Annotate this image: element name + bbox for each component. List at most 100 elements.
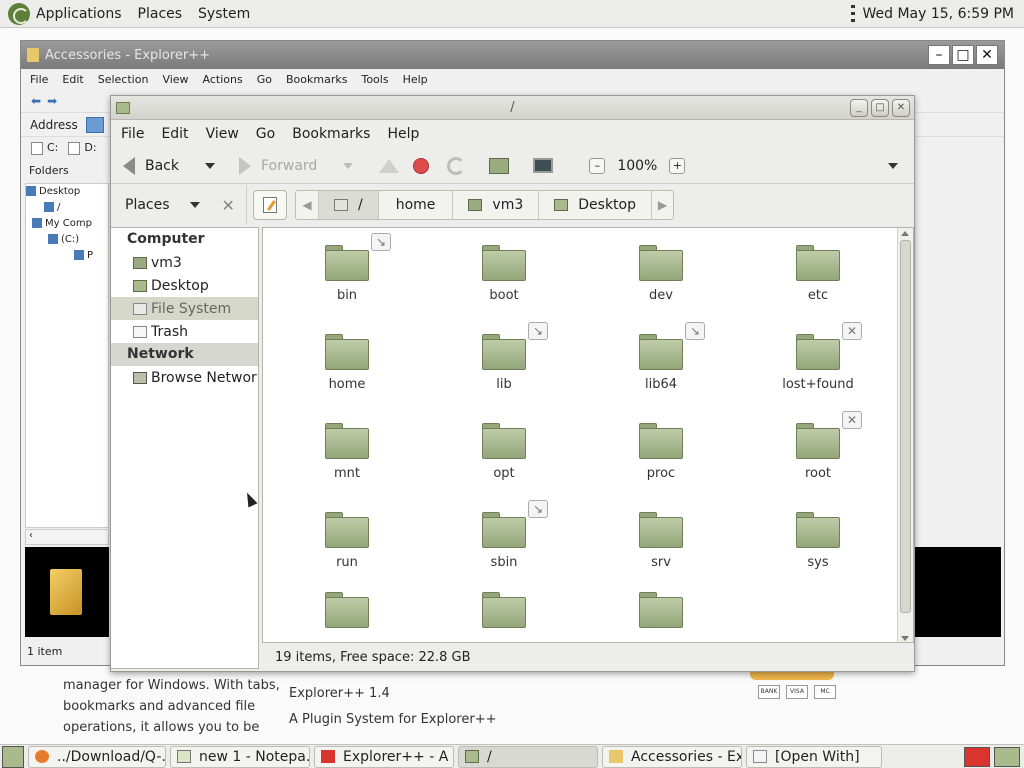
- menu-file[interactable]: File: [121, 126, 152, 142]
- menu-help[interactable]: Help: [387, 126, 427, 142]
- stop-icon[interactable]: [413, 157, 430, 174]
- zoom-out-button[interactable]: –: [589, 157, 606, 174]
- menu-go[interactable]: Go: [256, 126, 283, 142]
- file-item[interactable]: [444, 580, 564, 642]
- menu-help[interactable]: Help: [403, 73, 428, 86]
- forward-arrow-icon[interactable]: ➡: [47, 94, 57, 108]
- file-browser-titlebar[interactable]: / _ □ ✕: [111, 96, 914, 120]
- sidebar-item-desktop[interactable]: Desktop: [111, 274, 258, 297]
- maximize-button[interactable]: □: [952, 45, 974, 65]
- sidebar-item-browse-network[interactable]: Browse Network: [111, 366, 258, 389]
- menu-edit[interactable]: Edit: [161, 126, 196, 142]
- menu-edit[interactable]: Edit: [62, 73, 83, 86]
- up-arrow-icon[interactable]: [379, 158, 400, 173]
- file-item[interactable]: ↘ lib64: [601, 322, 721, 406]
- tree-item[interactable]: My Comp: [26, 216, 108, 232]
- breadcrumb-desktop[interactable]: Desktop: [538, 191, 651, 219]
- menu-go[interactable]: Go: [257, 73, 272, 86]
- folder-tree[interactable]: Desktop / My Comp (C:) P: [25, 183, 109, 528]
- tree-item[interactable]: (C:): [26, 232, 108, 248]
- toolbar-overflow-dropdown[interactable]: [888, 162, 898, 169]
- scroll-down-arrow[interactable]: [901, 636, 909, 641]
- task-notepad[interactable]: new 1 - Notepa...: [170, 745, 310, 768]
- file-item[interactable]: ✕ root: [758, 411, 878, 495]
- tree-item[interactable]: Desktop: [26, 184, 108, 200]
- places-selector[interactable]: Places ✕: [111, 185, 247, 225]
- back-history-dropdown[interactable]: [205, 162, 215, 169]
- sidebar-item-vm3[interactable]: vm3: [111, 251, 258, 274]
- file-item[interactable]: ↘ bin: [287, 233, 407, 317]
- system-menu[interactable]: System: [190, 0, 258, 28]
- back-arrow-icon[interactable]: ⬅: [31, 94, 41, 108]
- home-icon[interactable]: [489, 157, 510, 174]
- show-desktop-button[interactable]: [2, 745, 24, 768]
- sidebar-item-trash[interactable]: Trash: [111, 320, 258, 343]
- clock[interactable]: Wed May 15, 6:59 PM: [850, 4, 1024, 23]
- vertical-scrollbar[interactable]: [897, 228, 913, 642]
- reload-icon[interactable]: [447, 156, 466, 175]
- bg-link[interactable]: A Plugin System for Explorer++: [289, 707, 496, 733]
- file-item[interactable]: home: [287, 322, 407, 406]
- task-file-browser[interactable]: /: [458, 745, 598, 768]
- close-button[interactable]: ✕: [976, 45, 998, 65]
- close-sidebar-icon[interactable]: ✕: [222, 196, 235, 215]
- applications-menu[interactable]: Applications: [0, 0, 130, 28]
- forward-button[interactable]: Forward: [239, 156, 354, 175]
- scroll-up-arrow[interactable]: [901, 231, 909, 236]
- file-item[interactable]: run: [287, 500, 407, 584]
- scrollbar-thumb[interactable]: [900, 240, 911, 613]
- menu-tools[interactable]: Tools: [361, 73, 388, 86]
- tree-horizontal-scrollbar[interactable]: ‹: [25, 529, 109, 545]
- back-button[interactable]: Back: [123, 156, 215, 175]
- file-item[interactable]: sys: [758, 500, 878, 584]
- drive-d-button[interactable]: D:: [68, 141, 97, 155]
- task-accessories[interactable]: Accessories - Ex...: [602, 745, 742, 768]
- workspace-2-button[interactable]: [994, 746, 1020, 767]
- menu-file[interactable]: File: [30, 73, 48, 86]
- symlink-emblem-icon: ↘: [528, 322, 548, 340]
- menu-bookmarks[interactable]: Bookmarks: [286, 73, 347, 86]
- explorer-titlebar[interactable]: Accessories - Explorer++ – □ ✕: [21, 41, 1004, 69]
- file-item[interactable]: ↘ sbin: [444, 500, 564, 584]
- menu-view[interactable]: View: [162, 73, 188, 86]
- file-icon-view[interactable]: ↘ bin boot dev etc home ↘ lib ↘ lib64 ✕ lost+found m…: [262, 227, 914, 643]
- file-item[interactable]: etc: [758, 233, 878, 317]
- places-menu[interactable]: Places: [130, 0, 191, 28]
- bg-link[interactable]: Explorer++ 1.4: [289, 681, 496, 707]
- drive-c-button[interactable]: C:: [31, 141, 58, 155]
- menu-bookmarks[interactable]: Bookmarks: [292, 126, 378, 142]
- task-explorer-web[interactable]: Explorer++ - A s...: [314, 745, 454, 768]
- file-item[interactable]: mnt: [287, 411, 407, 495]
- file-item[interactable]: proc: [601, 411, 721, 495]
- breadcrumb-label: home: [395, 197, 436, 213]
- file-item[interactable]: ✕ lost+found: [758, 322, 878, 406]
- edit-location-button[interactable]: [253, 190, 287, 220]
- computer-icon[interactable]: [533, 158, 554, 173]
- tree-item[interactable]: /: [26, 200, 108, 216]
- sidebar-item-file-system[interactable]: File System: [111, 297, 258, 320]
- file-item[interactable]: srv: [601, 500, 721, 584]
- task-open-with[interactable]: [Open With]: [746, 745, 882, 768]
- task-download[interactable]: ../Download/Q-...: [28, 745, 166, 768]
- forward-history-dropdown[interactable]: [343, 162, 354, 169]
- menu-actions[interactable]: Actions: [203, 73, 243, 86]
- breadcrumb-root[interactable]: /: [318, 191, 378, 219]
- file-item[interactable]: boot: [444, 233, 564, 317]
- file-item[interactable]: [287, 580, 407, 642]
- breadcrumb-right-arrow[interactable]: ▶: [651, 191, 673, 219]
- file-item[interactable]: dev: [601, 233, 721, 317]
- file-item[interactable]: ↘ lib: [444, 322, 564, 406]
- minimize-button[interactable]: –: [928, 45, 950, 65]
- folder-icon: [74, 250, 84, 260]
- menu-view[interactable]: View: [206, 126, 247, 142]
- breadcrumb-home[interactable]: home: [377, 191, 453, 219]
- tree-item[interactable]: P: [26, 248, 108, 264]
- workspace-1-button[interactable]: [964, 746, 990, 767]
- menu-selection[interactable]: Selection: [98, 73, 149, 86]
- breadcrumb-left-arrow[interactable]: ◀: [296, 191, 318, 219]
- file-item[interactable]: opt: [444, 411, 564, 495]
- file-item[interactable]: [601, 580, 721, 642]
- zoom-in-button[interactable]: +: [669, 157, 686, 174]
- tree-label: P: [87, 250, 94, 261]
- breadcrumb-vm3[interactable]: vm3: [452, 191, 538, 219]
